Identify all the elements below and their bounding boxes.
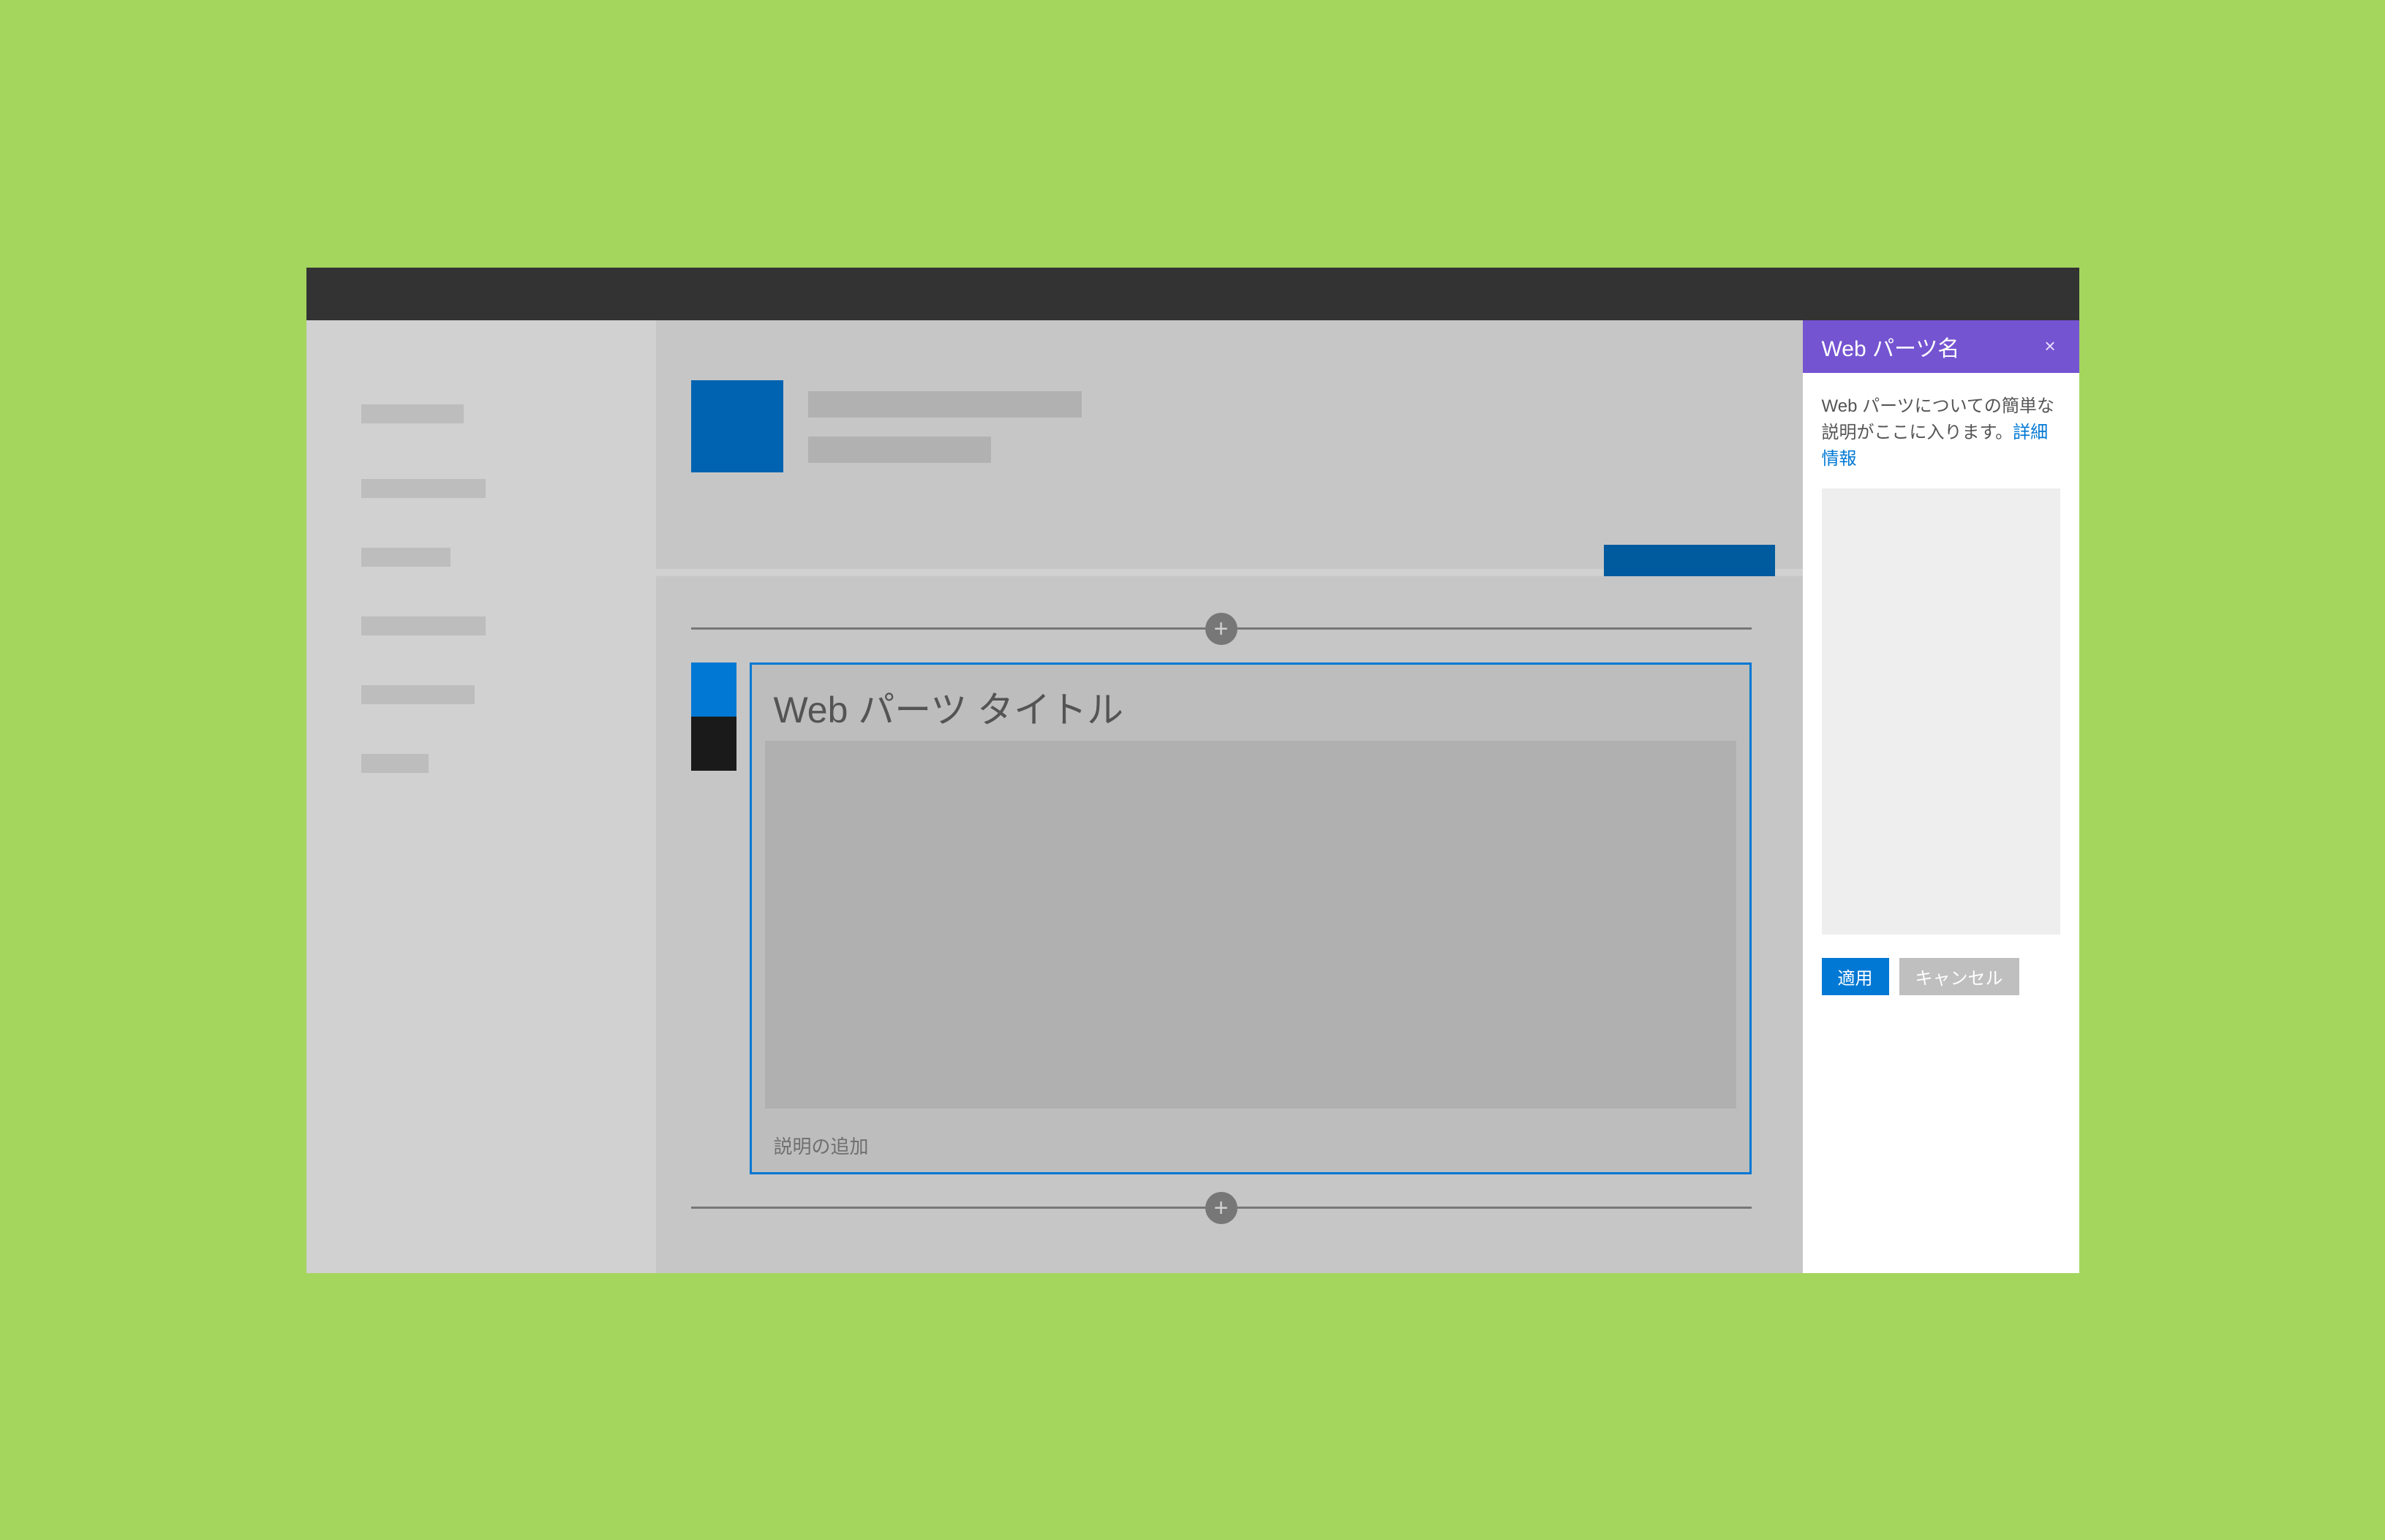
app-body: + Web パーツ タイトル 説明の追加 bbox=[306, 320, 2079, 1273]
nav-item-placeholder[interactable] bbox=[361, 616, 486, 635]
divider-line bbox=[1237, 627, 1752, 630]
move-webpart-button[interactable] bbox=[691, 717, 736, 771]
page-header bbox=[656, 320, 1803, 569]
property-pane-description: Web パーツについての簡単な説明がここに入ります。詳細情報 bbox=[1822, 393, 2060, 472]
add-webpart-button[interactable]: + bbox=[1205, 613, 1237, 645]
plus-icon: + bbox=[1214, 616, 1229, 641]
property-pane-header: Web パーツ名 × bbox=[1803, 320, 2079, 373]
property-pane-body: Web パーツについての簡単な説明がここに入ります。詳細情報 適用 キャンセル bbox=[1803, 373, 2079, 1273]
plus-icon: + bbox=[1214, 1196, 1229, 1220]
property-pane-title: Web パーツ名 bbox=[1822, 331, 1960, 363]
content-area: + Web パーツ タイトル 説明の追加 bbox=[656, 576, 1803, 1273]
nav-item-placeholder[interactable] bbox=[361, 479, 486, 498]
nav-item-placeholder[interactable] bbox=[361, 685, 475, 704]
suite-bar bbox=[306, 268, 2079, 320]
webpart-toolbar bbox=[691, 663, 736, 771]
add-webpart-button[interactable]: + bbox=[1205, 1192, 1237, 1224]
left-nav bbox=[361, 404, 486, 823]
webpart-body-placeholder bbox=[765, 741, 1736, 1109]
nav-item-placeholder[interactable] bbox=[361, 404, 464, 423]
apply-button[interactable]: 適用 bbox=[1822, 958, 1889, 995]
nav-item-placeholder[interactable] bbox=[361, 754, 429, 773]
edit-webpart-button[interactable] bbox=[691, 663, 736, 717]
divider-line bbox=[1237, 1207, 1752, 1209]
webpart-container[interactable]: Web パーツ タイトル 説明の追加 bbox=[750, 663, 1752, 1174]
app-window: + Web パーツ タイトル 説明の追加 bbox=[306, 268, 2079, 1273]
close-icon[interactable]: × bbox=[2040, 332, 2060, 361]
page-canvas: + Web パーツ タイトル 説明の追加 bbox=[306, 320, 1803, 1273]
divider-line bbox=[691, 1207, 1205, 1209]
cancel-button[interactable]: キャンセル bbox=[1899, 958, 2019, 995]
property-pane: Web パーツ名 × Web パーツについての簡単な説明がここに入ります。詳細情… bbox=[1803, 320, 2079, 1273]
site-subtitle-placeholder bbox=[808, 437, 991, 463]
site-logo bbox=[691, 380, 783, 472]
add-section-divider-top: + bbox=[691, 617, 1752, 641]
add-section-divider-bottom: + bbox=[691, 1196, 1752, 1220]
nav-item-placeholder[interactable] bbox=[361, 548, 451, 567]
divider-line bbox=[691, 627, 1205, 630]
webpart-description-placeholder[interactable]: 説明の追加 bbox=[752, 1122, 1749, 1172]
webpart-row: Web パーツ タイトル 説明の追加 bbox=[691, 663, 1752, 1174]
webpart-title[interactable]: Web パーツ タイトル bbox=[752, 665, 1749, 741]
site-title-placeholder bbox=[808, 391, 1082, 418]
property-pane-actions: 適用 キャンセル bbox=[1822, 958, 2060, 995]
property-content-placeholder[interactable] bbox=[1822, 488, 2060, 935]
